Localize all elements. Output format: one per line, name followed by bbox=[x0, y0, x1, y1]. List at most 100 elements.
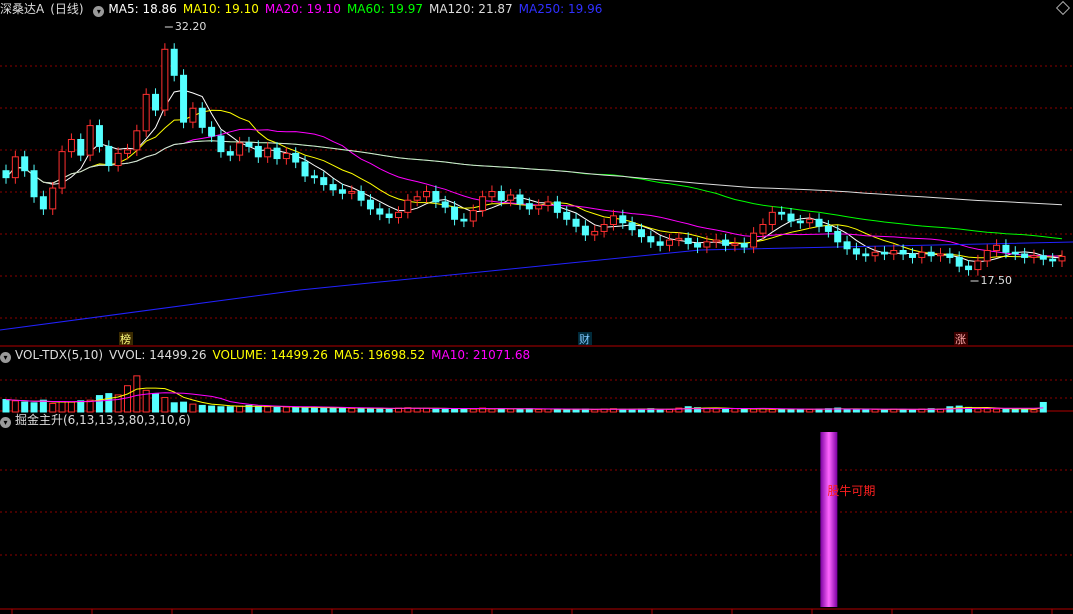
candle-10 bbox=[95, 119, 103, 153]
volume-bar-44 bbox=[413, 407, 421, 413]
volume-bar-67 bbox=[628, 408, 636, 413]
candle-55 bbox=[516, 188, 524, 210]
chart-canvas: 股牛可期股牛可期 32.20 17.50 榜 财 涨 bbox=[0, 20, 1073, 614]
candle-85 bbox=[796, 214, 804, 229]
candle-71 bbox=[666, 234, 674, 252]
candle-89 bbox=[834, 225, 842, 248]
candle-59 bbox=[553, 195, 561, 219]
volume-bar-3 bbox=[30, 402, 38, 413]
ma-label-2: MA20: 19.10 bbox=[264, 2, 341, 16]
candle-61 bbox=[572, 213, 580, 233]
stock-name: 深桑达A bbox=[0, 2, 45, 16]
candle-30 bbox=[282, 147, 290, 165]
ma-label-0: MA5: 18.86 bbox=[108, 2, 177, 16]
candle-64 bbox=[600, 218, 608, 238]
volume-bar-14 bbox=[133, 375, 141, 413]
candle-6 bbox=[58, 145, 66, 195]
volume-bars bbox=[2, 375, 1047, 413]
ma-legend: MA5: 18.86 MA10: 19.10 MA20: 19.10 MA60: 19… bbox=[108, 2, 608, 16]
candle-113 bbox=[1058, 250, 1066, 267]
volume-bar-24 bbox=[226, 406, 234, 413]
candle-29 bbox=[273, 142, 281, 165]
volume-bar-33 bbox=[310, 406, 318, 413]
volume-bar-80 bbox=[750, 408, 758, 413]
volume-circle-icon[interactable]: ▾ bbox=[0, 352, 11, 363]
volume-bar-16 bbox=[152, 393, 160, 413]
volume-bar-84 bbox=[787, 408, 795, 413]
volume-bar-21 bbox=[198, 404, 206, 413]
volume-bar-8 bbox=[77, 400, 85, 413]
ma-label-5: MA250: 19.96 bbox=[518, 2, 603, 16]
ma10-line bbox=[5, 109, 1063, 259]
volume-bar-31 bbox=[292, 406, 300, 413]
candle-100 bbox=[937, 247, 945, 262]
ma60-line bbox=[5, 140, 1063, 240]
marker-0: 榜 bbox=[120, 332, 131, 346]
candle-41 bbox=[385, 208, 393, 224]
volume-bar-39 bbox=[366, 408, 374, 413]
volume-bar-1 bbox=[11, 400, 19, 413]
low-price-label: 17.50 bbox=[981, 274, 1013, 287]
candle-14 bbox=[133, 124, 141, 156]
signal-bars: 股牛可期股牛可期 bbox=[820, 432, 875, 607]
moving-average-lines bbox=[0, 89, 1073, 331]
volume-bar-105 bbox=[983, 408, 991, 413]
volume-bar-41 bbox=[385, 408, 393, 413]
volume-legend: VVOL: 14499.26 VOLUME: 14499.26 MA5: 19698… bbox=[109, 348, 536, 362]
period-label: (日线) bbox=[50, 2, 84, 16]
volume-bar-28 bbox=[264, 406, 272, 413]
volume-bar-2 bbox=[21, 401, 29, 413]
candle-17 bbox=[161, 43, 169, 117]
volume-bar-94 bbox=[880, 409, 888, 413]
candle-45 bbox=[423, 185, 431, 203]
candle-22 bbox=[208, 121, 216, 143]
volume-header: ▾ VOL-TDX(5,10) VVOL: 14499.26 VOLUME: 1449… bbox=[0, 347, 542, 363]
candle-112 bbox=[1049, 253, 1057, 267]
candle-84 bbox=[787, 208, 795, 228]
settings-circle-icon[interactable]: ▾ bbox=[93, 6, 105, 17]
volume-bar-82 bbox=[768, 408, 776, 413]
candle-103 bbox=[965, 260, 973, 276]
candlesticks bbox=[2, 43, 1066, 276]
volume-bar-104 bbox=[974, 408, 982, 413]
signal-label-0: 股牛可期 bbox=[827, 483, 875, 498]
candle-37 bbox=[348, 185, 356, 200]
indicator-circle-icon[interactable]: ▾ bbox=[0, 417, 11, 428]
candle-70 bbox=[656, 235, 664, 252]
volume-title: VOL-TDX(5,10) bbox=[15, 348, 104, 362]
volume-bar-70 bbox=[656, 409, 664, 413]
volume-bar-57 bbox=[535, 408, 543, 413]
candle-90 bbox=[843, 235, 851, 255]
ma120-line bbox=[5, 140, 1063, 206]
candle-9 bbox=[86, 119, 94, 162]
volume-bar-4 bbox=[39, 399, 47, 413]
volume-bar-0 bbox=[2, 399, 10, 413]
candle-32 bbox=[301, 155, 309, 182]
candle-24 bbox=[226, 145, 234, 162]
volume-bar-66 bbox=[619, 408, 627, 413]
candle-15 bbox=[142, 88, 150, 137]
volume-bar-5 bbox=[49, 402, 57, 413]
candle-18 bbox=[170, 43, 178, 82]
volume-bar-32 bbox=[301, 407, 309, 413]
candle-58 bbox=[544, 195, 552, 212]
candle-105 bbox=[983, 244, 991, 267]
candle-36 bbox=[338, 183, 346, 200]
signal-bar-0 bbox=[820, 432, 838, 607]
volume-bar-106 bbox=[993, 408, 1001, 413]
volume-bar-78 bbox=[731, 408, 739, 413]
volume-bar-54 bbox=[507, 408, 515, 413]
marker-2: 涨 bbox=[955, 333, 966, 346]
candle-40 bbox=[376, 202, 384, 221]
candle-108 bbox=[1011, 246, 1019, 261]
volume-bar-76 bbox=[712, 408, 720, 413]
candle-8 bbox=[77, 133, 85, 162]
volume-bar-60 bbox=[563, 408, 571, 413]
volume-bar-73 bbox=[684, 406, 692, 413]
volume-bar-27 bbox=[254, 405, 262, 413]
volume-bar-6 bbox=[58, 400, 66, 413]
candle-102 bbox=[955, 251, 963, 273]
volume-bar-93 bbox=[871, 408, 879, 413]
volume-bar-30 bbox=[282, 406, 290, 413]
candle-3 bbox=[30, 164, 38, 203]
